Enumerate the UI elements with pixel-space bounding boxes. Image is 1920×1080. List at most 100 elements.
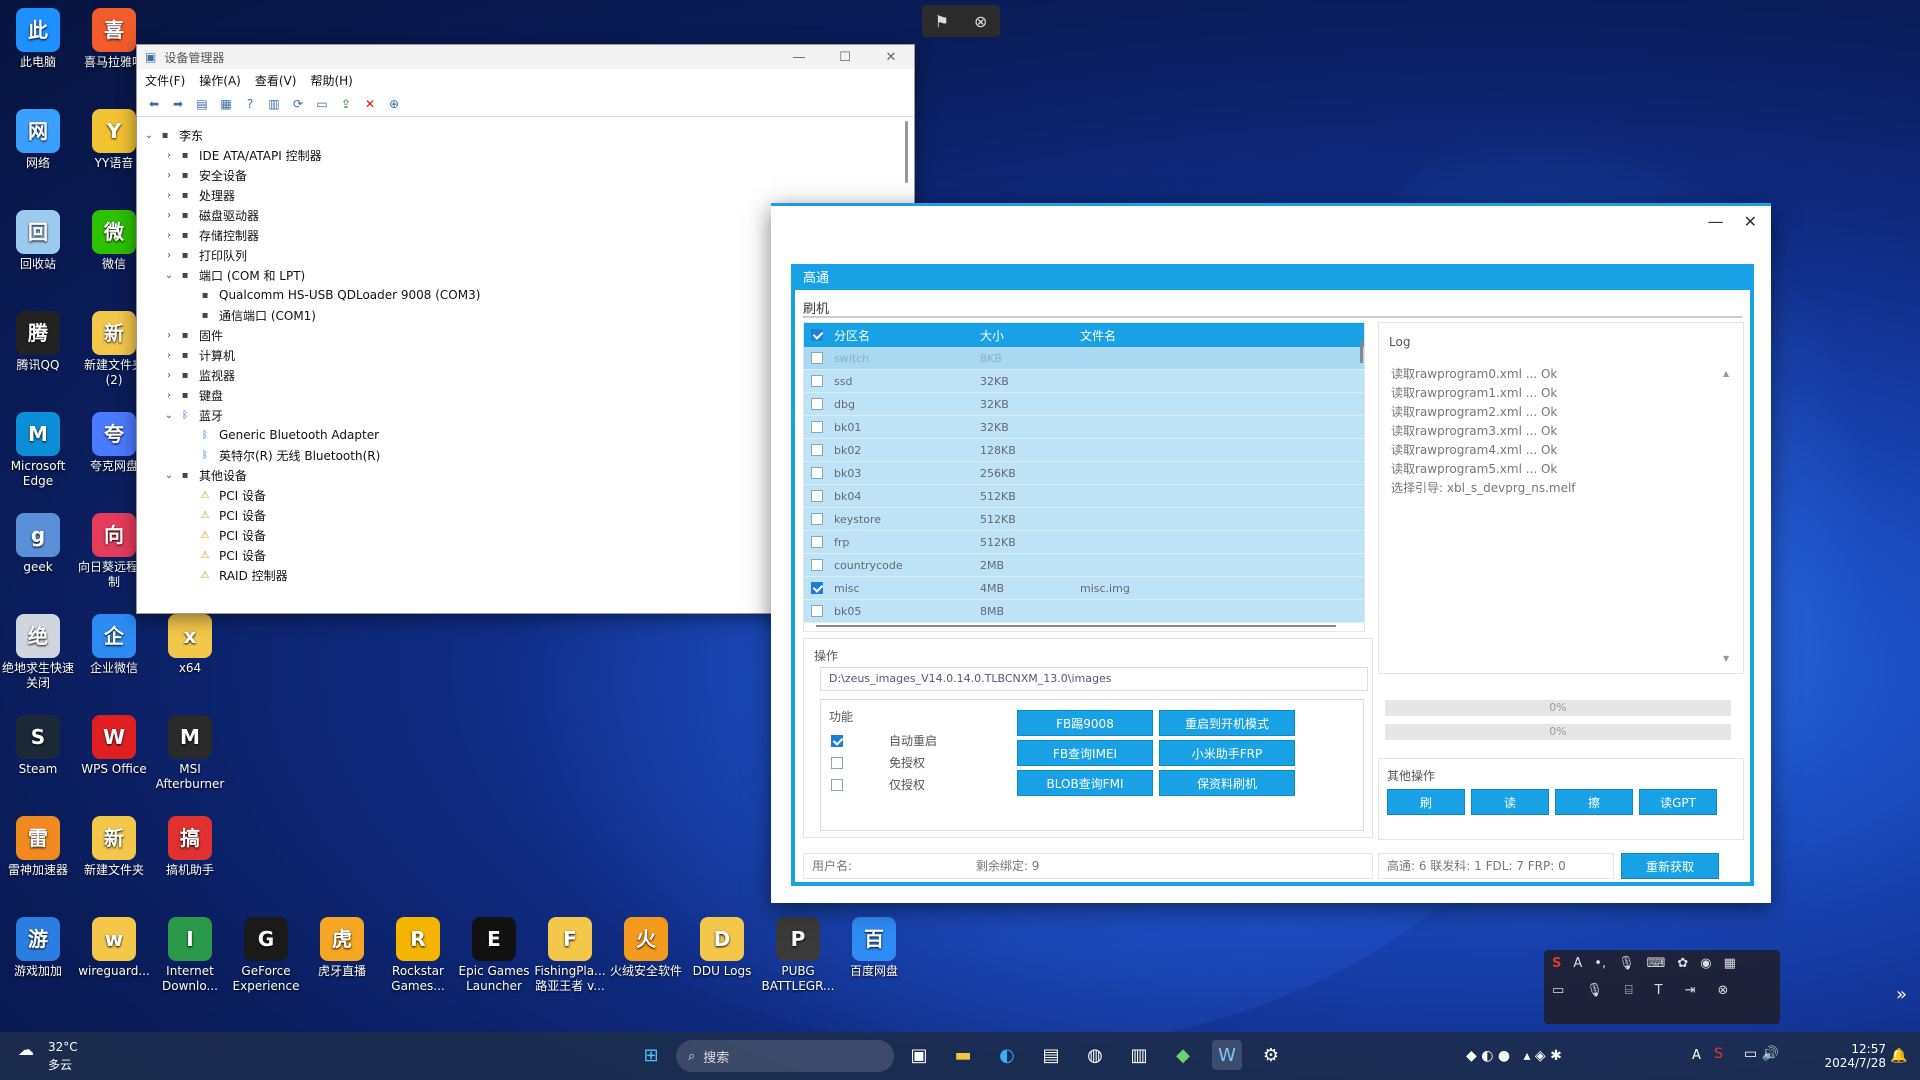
scan-hardware-icon[interactable]: ⟳ [289, 95, 307, 113]
row-checkbox[interactable] [811, 536, 823, 548]
tree-node[interactable]: › ▪ 安全设备 [141, 165, 914, 185]
update-driver-icon[interactable]: ⇪ [337, 95, 355, 113]
read-gpt-button[interactable]: 读GPT [1639, 789, 1717, 815]
file-explorer-icon[interactable]: ▬ [948, 1040, 978, 1070]
row-checkbox[interactable] [811, 490, 823, 502]
reboot-to-boot-mode-button[interactable]: 重启到开机模式 [1159, 710, 1295, 736]
table-row[interactable]: frp 512KB [804, 531, 1364, 554]
search-box[interactable]: ⌕ 搜索 [676, 1040, 894, 1072]
store-icon[interactable]: ▤ [1036, 1040, 1066, 1070]
menu-file[interactable]: 文件(F) [145, 72, 185, 89]
close-button[interactable]: ✕ [1744, 212, 1757, 231]
game-app-icon[interactable]: ◍ [1080, 1040, 1110, 1070]
row-checkbox[interactable] [811, 559, 823, 571]
desktop-icon[interactable]: 搞搞机助手 [152, 816, 228, 878]
table-row[interactable]: countrycode 2MB [804, 554, 1364, 577]
desktop-icon[interactable]: g geek [0, 513, 76, 575]
weather-icon[interactable]: ☁ [18, 1040, 34, 1059]
image-path-field[interactable]: D:\zeus_images_V14.0.14.0.TLBCNXM_13.0\i… [820, 667, 1368, 691]
back-icon[interactable]: ⬅ [145, 95, 163, 113]
mi-assistant-frp-button[interactable]: 小米助手FRP [1159, 740, 1295, 766]
network-sound-icons[interactable]: ▭ 🔊 [1744, 1046, 1779, 1062]
text-icon[interactable]: T [1655, 983, 1663, 998]
menu-help[interactable]: 帮助(H) [310, 72, 352, 89]
chevron-down-icon[interactable]: ⌄ [141, 130, 157, 141]
chevron-right-icon[interactable]: › [161, 250, 177, 261]
desktop-icon[interactable]: 游游戏加加 [0, 917, 76, 979]
chevron-right-icon[interactable]: › [161, 150, 177, 161]
keyboard-icon[interactable]: ⌨ [1647, 956, 1666, 971]
desktop-icon[interactable]: R Rockstar Games... [380, 917, 456, 994]
input-language[interactable]: A [1692, 1048, 1701, 1063]
desktop-icon[interactable]: 企企业微信 [76, 614, 152, 676]
punctuation-icon[interactable]: •, [1594, 956, 1606, 971]
uninstall-icon[interactable]: ✕ [361, 95, 379, 113]
desktop-icon[interactable]: E Epic Games Launcher [456, 917, 532, 994]
monitor-icon[interactable]: ▭ [313, 95, 331, 113]
option-no-auth[interactable]: 免授权 [831, 754, 925, 771]
desktop-icon[interactable]: 此此电脑 [0, 8, 76, 70]
desktop-icon[interactable]: I Internet Downlo... [152, 917, 228, 994]
font-icon[interactable]: A [1573, 956, 1582, 971]
chevron-right-icon[interactable]: › [161, 330, 177, 341]
close-circle-icon[interactable]: ⊗ [974, 12, 987, 31]
settings-icon[interactable]: ⚙ [1256, 1040, 1286, 1070]
chevron-right-icon[interactable]: › [161, 210, 177, 221]
flash-tool-taskbar-icon[interactable]: W [1212, 1040, 1242, 1070]
row-checkbox[interactable] [811, 582, 823, 594]
tray-icons[interactable]: ◆ ◐ ● ▴ ◈ ✱ [1466, 1048, 1562, 1064]
weather-temp[interactable]: 32°C [48, 1040, 78, 1054]
voice-icon[interactable]: 🎙 [1586, 983, 1603, 998]
app-icon[interactable]: ▥ [1124, 1040, 1154, 1070]
checkbox[interactable] [831, 756, 843, 769]
row-checkbox[interactable] [811, 605, 823, 617]
table-row[interactable]: bk01 32KB [804, 416, 1364, 439]
sogou-tray-icon[interactable]: S [1714, 1046, 1723, 1062]
table-row[interactable]: misc 4MB misc.img [804, 577, 1364, 600]
desktop-icon[interactable]: S Steam [0, 715, 76, 777]
desktop-icon[interactable]: W WPS Office [76, 715, 152, 777]
scrollbar[interactable] [905, 121, 908, 183]
game-icon[interactable]: ◉ [1700, 956, 1711, 971]
keep-data-flash-button[interactable]: 保资料刷机 [1159, 770, 1295, 796]
chat-icon[interactable]: ▭ [1552, 983, 1564, 998]
fb-query-imei-button[interactable]: FB查询IMEI [1017, 740, 1153, 766]
flag-icon[interactable]: ⚑ [935, 12, 949, 31]
properties-view-icon[interactable]: ▤ [193, 95, 211, 113]
download-icon[interactable]: ⊕ [385, 95, 403, 113]
row-checkbox[interactable] [811, 421, 823, 433]
close-button[interactable]: ✕ [868, 45, 914, 69]
desktop-icon[interactable]: F FishingPla... 路亚王者 v... [532, 917, 608, 994]
sogou-icon[interactable]: S [1552, 956, 1561, 971]
chevron-right-icon[interactable]: › [161, 350, 177, 361]
erase-button[interactable]: 擦 [1555, 789, 1633, 815]
desktop-icon[interactable]: 新新建文件夹 [76, 816, 152, 878]
maximize-button[interactable]: ☐ [822, 45, 868, 69]
details-icon[interactable]: ▥ [265, 95, 283, 113]
read-button[interactable]: 读 [1471, 789, 1549, 815]
desktop-icon[interactable]: M Microsoft Edge [0, 412, 76, 489]
row-checkbox[interactable] [811, 375, 823, 387]
idm-icon[interactable]: ◆ [1168, 1040, 1198, 1070]
screenshot-icon[interactable]: ⌸ [1625, 983, 1633, 998]
chevron-right-icon[interactable]: › [161, 170, 177, 181]
desktop-icon[interactable]: x x64 [152, 614, 228, 676]
desktop-icon[interactable]: 网网络 [0, 109, 76, 171]
desktop-icon[interactable]: M MSI Afterburner [152, 715, 228, 792]
desktop-icon[interactable]: P PUBG BATTLEGR... [760, 917, 836, 994]
chevron-right-icon[interactable]: › [161, 230, 177, 241]
skin-icon[interactable]: ✿ [1677, 956, 1688, 971]
table-row[interactable]: bk05 8MB [804, 600, 1364, 623]
desktop-icon[interactable]: D DDU Logs [684, 917, 760, 979]
row-checkbox[interactable] [811, 352, 823, 364]
start-icon[interactable]: ⊞ [636, 1040, 666, 1070]
select-all-checkbox[interactable] [811, 329, 823, 341]
scroll-up-icon[interactable]: ▲ [1723, 369, 1729, 378]
vertical-scrollbar[interactable] [1360, 341, 1363, 363]
desktop-icon[interactable]: w wireguard... [76, 917, 152, 979]
tab-flash[interactable]: 刷机 [803, 298, 1742, 318]
menu-action[interactable]: 操作(A) [199, 72, 241, 89]
chevron-right-icon[interactable]: › [161, 370, 177, 381]
desktop-icon[interactable]: 雷雷神加速器 [0, 816, 76, 878]
table-row[interactable]: bk02 128KB [804, 439, 1364, 462]
